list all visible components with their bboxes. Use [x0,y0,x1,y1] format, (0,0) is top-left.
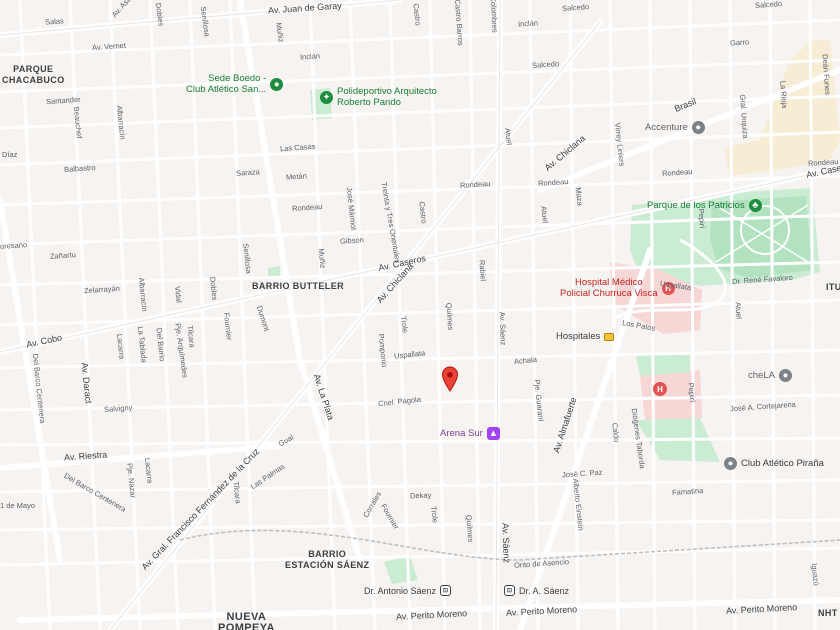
business-icon: ● [724,457,737,470]
station-dr-antonio-saenz[interactable]: Dr. Antonio Sáenz ⊡ [364,585,452,596]
street-la-rioja: La Rioja [778,80,790,109]
street-oresano: oresano [0,240,28,251]
street-1-de-mayo: 1 de Mayo [0,501,36,510]
poi-club-pirana-label: Club Atlético Piraña [741,458,824,469]
venue-icon: ▲ [486,427,500,440]
street-colombres: Colombres [488,0,500,33]
street-inclan-2: Inclán [517,18,539,29]
business-icon: ● [778,369,792,382]
area-barrio-butteler: BARRIO BUTTELER [252,281,344,291]
street-atuel: Atuel [503,127,514,146]
street-salcedo: Salcedo [531,59,560,70]
train-icon: ⊡ [440,585,452,596]
street-vidal: Vidal [172,285,184,304]
street-salcedo-2: Salcedo [561,2,590,13]
area-parque-chacabuco: PARQUE CHACABUCO [2,64,65,85]
street-zanartu: Zañartu [49,250,77,261]
street-av-saenz-mid: Av. Sáenz [497,311,508,346]
street-salas: Salas [44,16,65,27]
street-trole: Trole [399,315,410,334]
green-small-2 [384,556,418,584]
street-gibson: Gibson [339,235,365,246]
street-trole-low: Trole [429,505,440,524]
street-caldo: Caldo [610,422,622,443]
area-barrio-estacion-saenz: BARRIO ESTACIÓN SÁENZ [285,549,370,570]
area-edge-nht: NHT [818,608,838,618]
station-dr-a-saenz[interactable]: ⊡ Dr. A. Sáenz [504,585,569,596]
street-av-saenz-low: Av. Sáenz [500,522,512,564]
street-maza: Maza [573,186,585,207]
street-dekay: Dekay [409,490,432,501]
street-saraza: Saraza [235,167,261,178]
location-pin-icon[interactable] [441,366,459,392]
map-canvas[interactable]: PARQUE CHACABUCO BARRIO BUTTELER BARRIO … [0,0,840,630]
street-quilmes-mid: Quilmes [444,302,456,331]
poi-polideportivo[interactable]: ✦ Polideportivo Arquitecto Roberto Pando [320,86,437,108]
poi-sede-boedo-label: Sede Boedo - Club Atlético San... [186,73,267,95]
poi-accenture[interactable]: Accenture ● [645,121,705,134]
station-label: Dr. A. Sáenz [519,585,570,596]
street-diaz: Díaz [2,150,18,159]
poi-hospital-churruca-label: Hospital Médico Policial Churruca Visca [560,277,658,299]
station-label: Dr. Antonio Sáenz [364,585,437,596]
train-icon: ⊡ [504,585,515,596]
street-rabiel: Rabiel [477,259,488,282]
poi-hospitales-stop[interactable]: Hospitales [556,331,615,342]
poi-accenture-label: Accenture [645,122,688,133]
street-quilmes-low: Quilmes [464,514,476,543]
sports-icon: ✦ [320,90,333,104]
poi-arena-sur[interactable]: Arena Sur ▲ [440,427,500,440]
poi-arena-sur-label: Arena Sur [440,428,483,439]
street-atuel-right: Atuel [733,301,744,320]
poi-chela[interactable]: cheLA ● [748,369,792,382]
area-edge-itu: ITU [826,282,840,292]
street-inclan: Inclán [299,51,321,62]
street-muniz-mid: Muñiz [316,248,328,269]
poi-hospital-churruca[interactable]: Hospital Médico Policial Churruca Visca … [560,277,675,299]
area-nueva-pompeya: NUEVA POMPEYA [218,611,275,630]
street-metan: Metán [285,171,308,182]
stadium-icon: ● [270,77,284,91]
street-atuel-mid: Atuel [539,205,550,224]
street-pepiri: Pepirí [696,208,707,229]
poi-polideportivo-label: Polideportivo Arquitecto Roberto Pando [337,86,437,108]
poi-hospitales-label: Hospitales [556,331,601,342]
street-pepiri-mid: Pepirí [686,382,698,403]
poi-club-pirana[interactable]: ● Club Atlético Piraña [724,457,824,470]
street-garro: Garro [729,37,750,48]
bus-stop-icon [604,332,615,341]
poi-sede-boedo[interactable]: Sede Boedo - Club Atlético San... ● [186,73,284,95]
poi-chela-label: cheLA [748,370,775,381]
park-tree-icon: ♣ [748,199,762,212]
hospital-icon-2[interactable]: H [653,382,667,396]
business-icon: ● [691,121,705,134]
